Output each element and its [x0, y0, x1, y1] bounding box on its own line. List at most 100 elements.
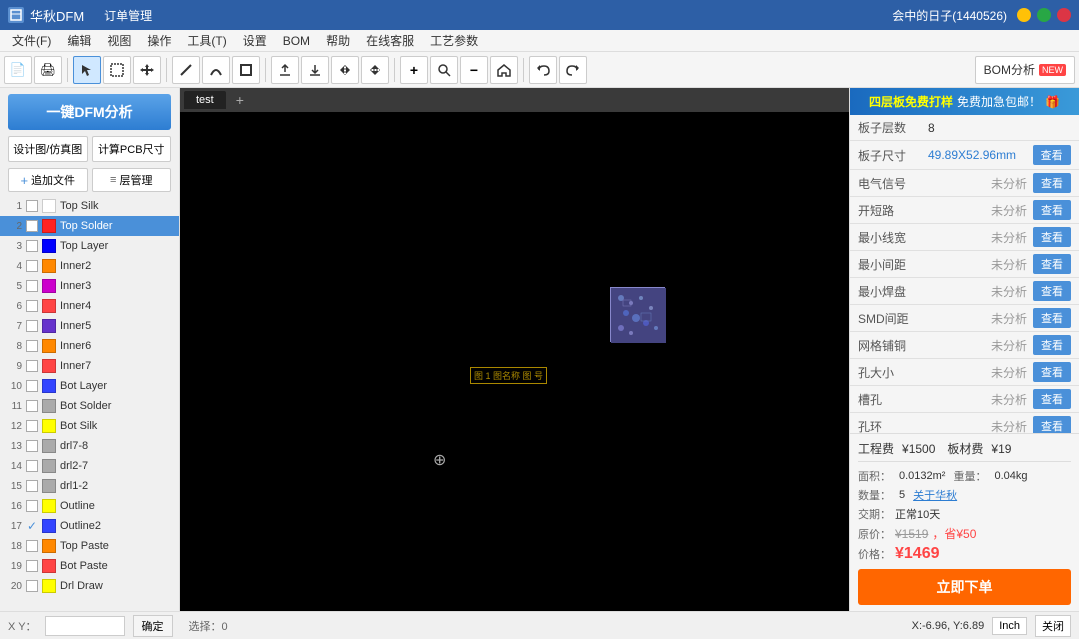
layer-item-top-silk[interactable]: 1Top Silk [0, 196, 179, 216]
layer-item-outline[interactable]: 16Outline [0, 496, 179, 516]
layer-item-inner6[interactable]: 8Inner6 [0, 336, 179, 356]
net-copper-label: 网格铺铜 [858, 337, 991, 354]
tb-zoom-out-btn[interactable]: − [460, 56, 488, 84]
menu-edit[interactable]: 编辑 [59, 30, 99, 51]
huaqiu-link[interactable]: 关于华秋 [913, 487, 957, 503]
layer-mgmt-button[interactable]: ≡ 层管理 [92, 168, 172, 192]
tb-flip-v-btn[interactable] [361, 56, 389, 84]
layer-item-top-paste[interactable]: 18Top Paste [0, 536, 179, 556]
board-size-label: 板子尺寸 [850, 141, 920, 170]
menu-help[interactable]: 帮助 [318, 30, 358, 51]
min-gap-query-btn[interactable]: 查看 [1033, 254, 1071, 274]
app-icon [8, 7, 24, 23]
layer-item-bot-solder[interactable]: 11Bot Solder [0, 396, 179, 416]
menu-operate[interactable]: 操作 [139, 30, 179, 51]
menu-tools[interactable]: 工具(T) [179, 30, 234, 51]
bom-analysis-button[interactable]: BOM分析 NEW [975, 56, 1075, 84]
user-info: 会中的日子(1440526) [892, 7, 1007, 24]
menu-online[interactable]: 在线客服 [358, 30, 422, 51]
layer-item-drl-draw[interactable]: 20Drl Draw [0, 576, 179, 596]
confirm-button[interactable]: 确定 [133, 615, 173, 637]
annular-value: 未分析 [991, 418, 1027, 434]
add-file-button[interactable]: + 追加文件 [8, 168, 88, 192]
order-mgmt[interactable]: 订单管理 [104, 7, 152, 24]
unit-toggle[interactable]: Inch [992, 617, 1027, 635]
min-pad-query-btn[interactable]: 查看 [1033, 281, 1071, 301]
layer-item-drl1-2[interactable]: 15drl1-2 [0, 476, 179, 496]
tb-line-btn[interactable] [172, 56, 200, 84]
tb-zoom-select-btn[interactable] [103, 56, 131, 84]
tb-home-btn[interactable] [490, 56, 518, 84]
menubar: 文件(F) 编辑 视图 操作 工具(T) 设置 BOM 帮助 在线客服 工艺参数 [0, 30, 1079, 52]
tb-rect-btn[interactable] [232, 56, 260, 84]
layer-item-outline2[interactable]: 17✓Outline2 [0, 516, 179, 536]
min-line-label: 最小线宽 [858, 229, 991, 246]
layers-icon: ≡ [110, 174, 116, 186]
close-button[interactable]: 关闭 [1035, 615, 1071, 637]
count-label: 数量： [858, 487, 891, 503]
layer-item-inner7[interactable]: 9Inner7 [0, 356, 179, 376]
area-value: 0.0132m² [899, 470, 945, 482]
layer-item-inner5[interactable]: 7Inner5 [0, 316, 179, 336]
canvas-tab-test[interactable]: test [184, 91, 226, 109]
menu-view[interactable]: 视图 [99, 30, 139, 51]
tb-arc-btn[interactable] [202, 56, 230, 84]
tb-select-btn[interactable] [73, 56, 101, 84]
xy-input[interactable] [45, 616, 125, 636]
canvas-add-tab[interactable]: + [228, 89, 252, 111]
restore-button[interactable]: □ [1037, 8, 1051, 22]
design-sim-button[interactable]: 设计图/仿真图 [8, 136, 88, 162]
tb-sep2 [166, 58, 167, 82]
calc-pcb-button[interactable]: 计算PCB尺寸 [92, 136, 172, 162]
layer-item-inner3[interactable]: 5Inner3 [0, 276, 179, 296]
tb-zoom-in-btn[interactable]: + [400, 56, 428, 84]
board-layers-row: 板子层数 8 [850, 115, 1079, 141]
cost-tab1-label[interactable]: 工程费 [858, 440, 894, 457]
promo-banner: 四层板免费打样 免费加急包邮！ 🎁 [850, 88, 1079, 115]
layer-item-inner4[interactable]: 6Inner4 [0, 296, 179, 316]
electric-query-btn[interactable]: 查看 [1033, 173, 1071, 193]
hole-size-label: 孔大小 [858, 364, 991, 381]
min-line-query-btn[interactable]: 查看 [1033, 227, 1071, 247]
minimize-button[interactable]: − [1017, 8, 1031, 22]
board-size-query-btn[interactable]: 查看 [1033, 145, 1071, 165]
layer-item-bot-paste[interactable]: 19Bot Paste [0, 556, 179, 576]
tb-upload-btn[interactable] [271, 56, 299, 84]
cost-tab2-label[interactable]: 板材费 [947, 440, 983, 457]
layer-item-drl2-7[interactable]: 14drl2-7 [0, 456, 179, 476]
layer-item-inner2[interactable]: 4Inner2 [0, 256, 179, 276]
smd-query-btn[interactable]: 查看 [1033, 308, 1071, 328]
layer-item-bot-silk[interactable]: 12Bot Silk [0, 416, 179, 436]
layer-item-top-solder[interactable]: 2Top Solder [0, 216, 179, 236]
tb-undo-btn[interactable] [529, 56, 557, 84]
canvas-viewport[interactable]: 图 1 图名称 图 号 [180, 112, 849, 611]
tb-zoom-fit-btn[interactable] [430, 56, 458, 84]
tb-sep4 [394, 58, 395, 82]
tb-download-btn[interactable] [301, 56, 329, 84]
tb-redo-btn[interactable] [559, 56, 587, 84]
menu-process[interactable]: 工艺参数 [422, 30, 486, 51]
short-query-btn[interactable]: 查看 [1033, 200, 1071, 220]
tb-new-btn[interactable]: 📄 [4, 56, 32, 84]
tb-print-btn[interactable]: 🖨 [34, 56, 62, 84]
bom-label: BOM分析 [984, 61, 1035, 78]
area-label: 面积： [858, 468, 891, 484]
hole-size-query-btn[interactable]: 查看 [1033, 362, 1071, 382]
dfm-analysis-button[interactable]: 一键DFM分析 [8, 94, 171, 130]
menu-settings[interactable]: 设置 [235, 30, 275, 51]
order-button[interactable]: 立即下单 [858, 569, 1071, 605]
selection-status: 选择：0 [189, 618, 228, 634]
menu-bom[interactable]: BOM [275, 32, 318, 50]
layer-item-top-layer[interactable]: 3Top Layer [0, 236, 179, 256]
layer-item-drl7-8[interactable]: 13drl7-8 [0, 436, 179, 456]
tb-flip-h-btn[interactable] [331, 56, 359, 84]
min-pad-value: 未分析 [991, 283, 1027, 300]
net-copper-query-btn[interactable]: 查看 [1033, 335, 1071, 355]
menu-file[interactable]: 文件(F) [4, 30, 59, 51]
net-copper-row: 网格铺铜 未分析 查看 [850, 332, 1079, 359]
slot-hole-query-btn[interactable]: 查看 [1033, 389, 1071, 409]
tb-move-btn[interactable] [133, 56, 161, 84]
layer-item-bot-layer[interactable]: 10Bot Layer [0, 376, 179, 396]
close-button[interactable]: × [1057, 8, 1071, 22]
annular-query-btn[interactable]: 查看 [1033, 416, 1071, 433]
